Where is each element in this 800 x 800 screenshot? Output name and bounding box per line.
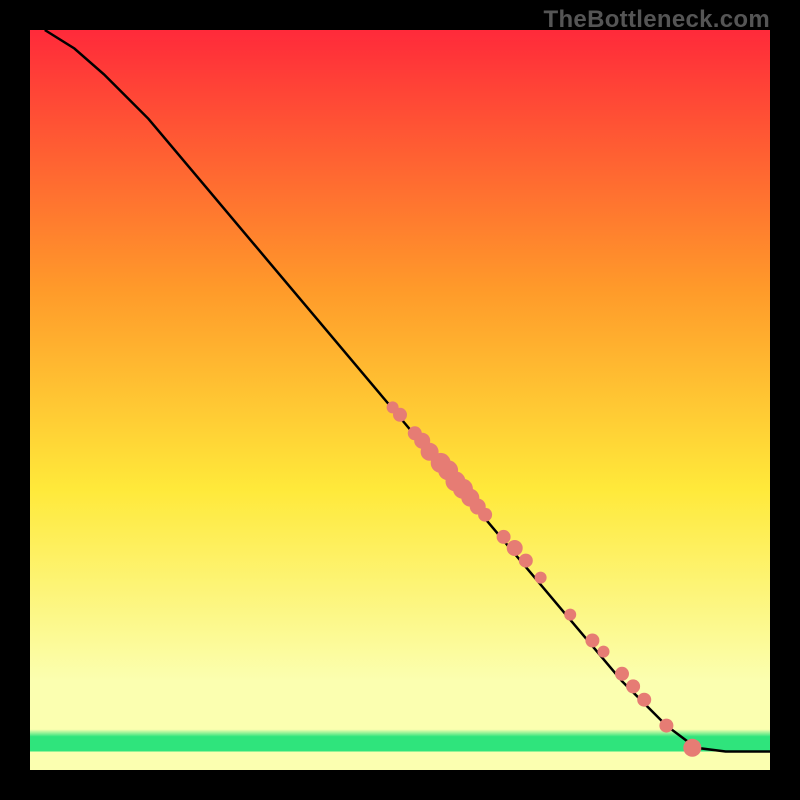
data-marker [598, 646, 610, 658]
chart-stage: TheBottleneck.com [0, 0, 800, 800]
data-marker [393, 408, 407, 422]
watermark-label: TheBottleneck.com [544, 6, 770, 34]
data-marker [659, 719, 673, 733]
data-marker [507, 540, 523, 556]
data-marker [637, 693, 651, 707]
data-marker [519, 554, 533, 568]
bottleneck-chart [0, 0, 800, 800]
data-marker [683, 739, 701, 757]
data-marker [564, 609, 576, 621]
data-marker [478, 508, 492, 522]
plot-background [30, 30, 770, 770]
data-marker [626, 679, 640, 693]
data-marker [497, 530, 511, 544]
data-marker [585, 634, 599, 648]
data-marker [615, 667, 629, 681]
data-marker [535, 572, 547, 584]
